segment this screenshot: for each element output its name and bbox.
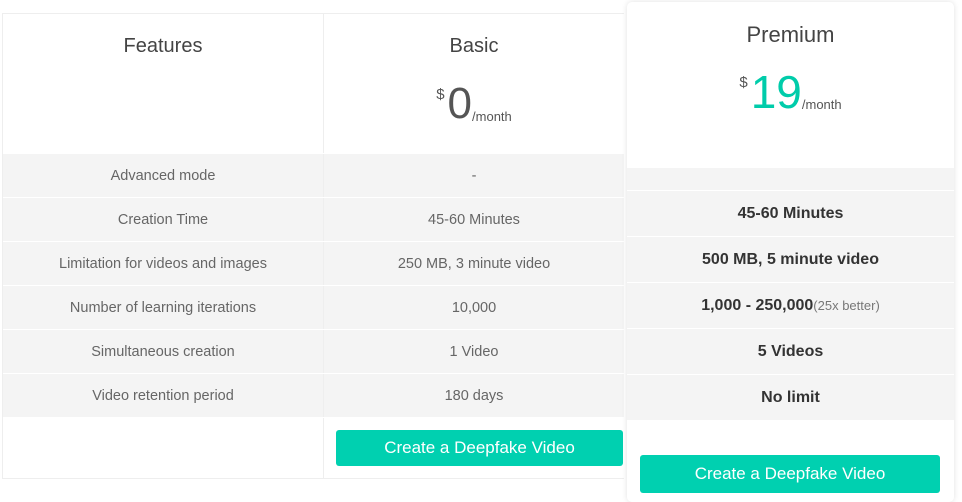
basic-value: 180 days <box>444 387 504 404</box>
feature-row: Limitation for videos and images 250 MB, … <box>3 241 624 285</box>
currency: $ <box>739 74 748 91</box>
basic-plan-title: Basic <box>449 35 499 57</box>
basic-price: $ 0 /month <box>436 82 512 126</box>
price-period: /month <box>801 97 842 112</box>
premium-value: 1,000 - 250,000 <box>701 296 814 314</box>
feature-row: Creation Time 45-60 Minutes <box>3 197 624 241</box>
feature-row: Simultaneous creation 1 Video <box>3 329 624 373</box>
premium-value: 45-60 Minutes <box>737 204 844 222</box>
basic-value: - <box>471 167 477 184</box>
feature-label: Creation Time <box>3 198 324 241</box>
features-header: Features <box>123 35 203 57</box>
feature-label: Limitation for videos and images <box>3 242 324 285</box>
premium-value-row: 1,000 - 250,000 (25x better) <box>627 282 954 328</box>
premium-price: $ 19 /month <box>627 66 954 118</box>
basic-value: 250 MB, 3 minute video <box>397 255 551 272</box>
basic-create-button[interactable]: Create a Deepfake Video <box>336 430 623 466</box>
premium-plan-title: Premium <box>746 22 835 47</box>
header-row: Features Basic $ 0 /month <box>3 14 624 153</box>
feature-label: Video retention period <box>3 374 324 417</box>
basic-value: 10,000 <box>451 299 497 316</box>
premium-value: No limit <box>761 388 820 406</box>
feature-row: Advanced mode - <box>3 153 624 197</box>
price-amount: 19 <box>750 66 802 118</box>
footer-row: Create a Deepfake Video <box>3 417 624 478</box>
iterations-note: (25x better) <box>813 298 880 313</box>
basic-value: 1 Video <box>449 343 499 360</box>
premium-value-row: 500 MB, 5 minute video <box>627 236 954 282</box>
basic-value: 45-60 Minutes <box>428 211 520 228</box>
premium-plan-card: Premium $ 19 /month 45-60 Minutes 500 MB,… <box>627 2 954 502</box>
premium-value-row <box>627 167 954 190</box>
pricing-table: Features Basic $ 0 /month Advanced mode -… <box>2 13 624 479</box>
feature-row: Number of learning iterations 10,000 <box>3 285 624 329</box>
premium-value: 5 Videos <box>757 342 824 360</box>
premium-value-row: No limit <box>627 374 954 420</box>
premium-value-row: 45-60 Minutes <box>627 190 954 236</box>
feature-label: Simultaneous creation <box>3 330 324 373</box>
premium-create-button[interactable]: Create a Deepfake Video <box>640 455 940 493</box>
premium-value-row: 5 Videos <box>627 328 954 374</box>
feature-row: Video retention period 180 days <box>3 373 624 417</box>
feature-label: Number of learning iterations <box>3 286 324 329</box>
price-period: /month <box>472 109 512 124</box>
feature-label: Advanced mode <box>3 154 324 197</box>
currency: $ <box>436 86 445 103</box>
premium-value: 500 MB, 5 minute video <box>702 250 879 268</box>
price-amount: 0 <box>447 79 473 128</box>
